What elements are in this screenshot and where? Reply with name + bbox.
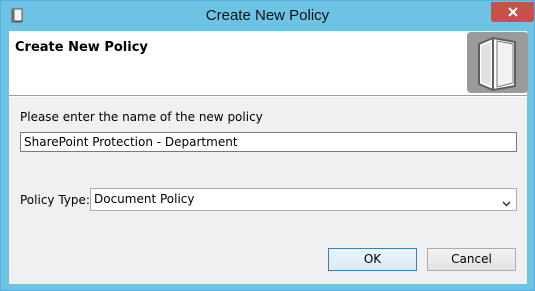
close-icon <box>508 7 518 17</box>
close-button[interactable] <box>491 2 534 22</box>
title-bar[interactable]: Create New Policy <box>1 1 534 31</box>
chevron-down-icon <box>502 196 511 210</box>
policy-type-label: Policy Type: <box>20 193 90 207</box>
policy-name-prompt: Please enter the name of the new policy <box>20 110 263 124</box>
dialog-window: Create New Policy Create New Policy Plea… <box>0 0 535 291</box>
wizard-header: Create New Policy <box>9 31 528 95</box>
policy-type-value: Document Policy <box>94 192 195 206</box>
policy-name-input[interactable] <box>20 132 517 152</box>
header-separator <box>9 95 527 97</box>
ok-button[interactable]: OK <box>328 248 417 271</box>
header-title: Create New Policy <box>15 40 148 55</box>
book-icon <box>467 32 528 93</box>
policy-type-dropdown[interactable]: Document Policy <box>90 188 517 211</box>
dialog-body: Create New Policy Please enter the name … <box>9 31 528 284</box>
cancel-button[interactable]: Cancel <box>427 248 516 271</box>
window-title: Create New Policy <box>205 7 330 24</box>
